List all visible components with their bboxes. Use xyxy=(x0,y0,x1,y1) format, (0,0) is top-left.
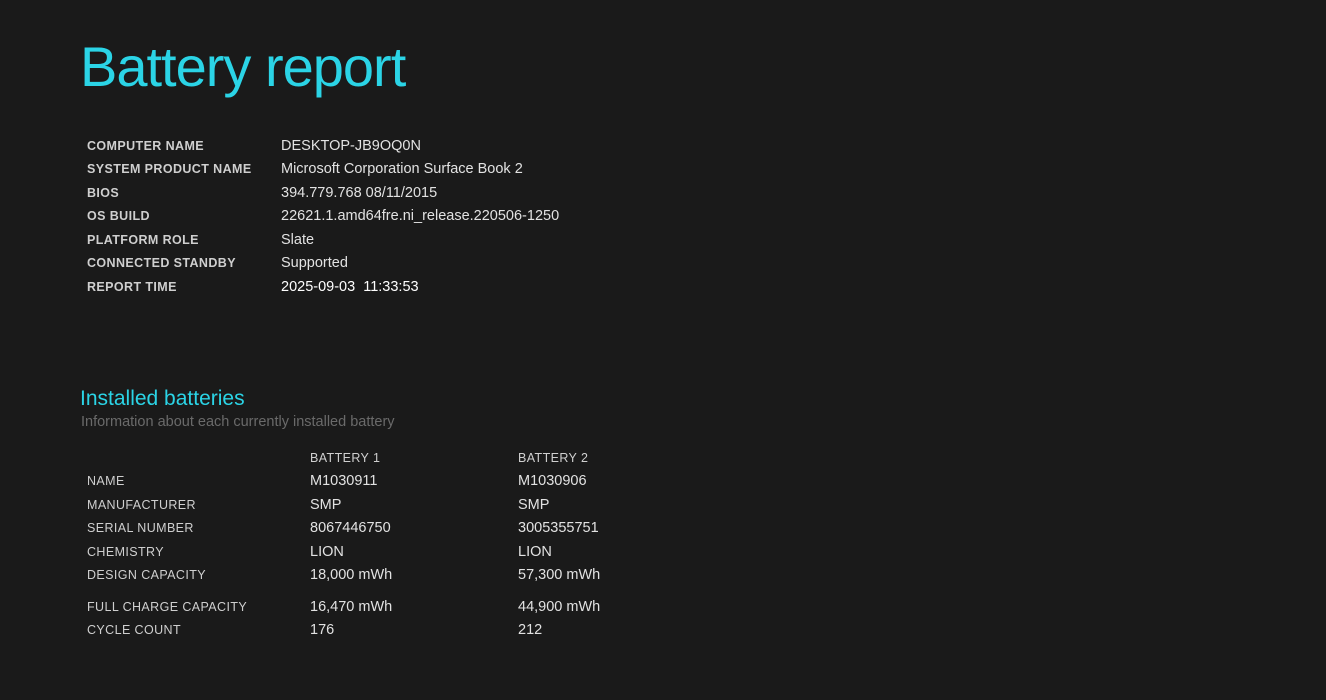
info-row-computer-name: COMPUTER NAME DESKTOP-JB9OQ0N xyxy=(87,134,559,158)
system-info-table: COMPUTER NAME DESKTOP-JB9OQ0N SYSTEM PRO… xyxy=(87,134,559,299)
info-row-report-time: REPORT TIME 2025-09-03 11:33:53 xyxy=(87,275,559,299)
row-spacer xyxy=(87,587,718,595)
installed-batteries-title: Installed batteries xyxy=(80,387,245,410)
battery-2-value: M1030906 xyxy=(518,473,587,490)
header-spacer xyxy=(87,446,310,470)
info-value: DESKTOP-JB9OQ0N xyxy=(281,137,421,154)
battery-1-header: BATTERY 1 xyxy=(310,450,381,465)
info-row-connected-standby: CONNECTED STANDBY Supported xyxy=(87,252,559,276)
battery-2-value: 57,300 mWh xyxy=(518,567,601,584)
battery-label: CYCLE COUNT xyxy=(87,623,181,638)
battery-1-value: 16,470 mWh xyxy=(310,598,393,615)
info-row-platform-role: PLATFORM ROLE Slate xyxy=(87,228,559,252)
info-value: Slate xyxy=(281,231,315,248)
battery-row-cycle-count: CYCLE COUNT 176 212 xyxy=(87,619,718,643)
battery-2-value: 44,900 mWh xyxy=(518,598,601,615)
battery-1-value: 176 xyxy=(310,622,335,639)
info-row-bios: BIOS 394.779.768 08/11/2015 xyxy=(87,181,559,205)
info-label: SYSTEM PRODUCT NAME xyxy=(87,162,252,177)
info-value: 22621.1.amd64fre.ni_release.220506-1250 xyxy=(281,208,560,225)
installed-batteries-table: BATTERY 1 BATTERY 2 NAME M1030911 M10309… xyxy=(87,446,718,642)
info-row-os-build: OS BUILD 22621.1.amd64fre.ni_release.220… xyxy=(87,205,559,229)
battery-row-full-charge-capacity: FULL CHARGE CAPACITY 16,470 mWh 44,900 m… xyxy=(87,595,718,619)
info-label: REPORT TIME xyxy=(87,279,177,294)
battery-2-value: 3005355751 xyxy=(518,520,599,537)
battery-label: FULL CHARGE CAPACITY xyxy=(87,599,248,614)
battery-label: CHEMISTRY xyxy=(87,544,164,559)
battery-1-value: 8067446750 xyxy=(310,520,391,537)
battery-2-value: 212 xyxy=(518,622,543,639)
info-row-system-product-name: SYSTEM PRODUCT NAME Microsoft Corporatio… xyxy=(87,158,559,182)
info-value: Supported xyxy=(281,255,348,272)
info-label: PLATFORM ROLE xyxy=(87,232,199,247)
info-value: Microsoft Corporation Surface Book 2 xyxy=(281,161,523,178)
battery-2-value: SMP xyxy=(518,496,550,513)
battery-row-chemistry: CHEMISTRY LION LION xyxy=(87,540,718,564)
battery-header-row: BATTERY 1 BATTERY 2 xyxy=(87,446,718,470)
report-time-value: 2025-09-03 11:33:53 xyxy=(281,278,419,295)
battery-1-value: LION xyxy=(310,543,344,560)
battery-row-name: NAME M1030911 M1030906 xyxy=(87,470,718,494)
info-label: COMPUTER NAME xyxy=(87,138,205,153)
battery-1-value: M1030911 xyxy=(310,473,378,490)
battery-label: SERIAL NUMBER xyxy=(87,521,194,536)
battery-1-value: SMP xyxy=(310,496,342,513)
info-label: CONNECTED STANDBY xyxy=(87,256,236,271)
battery-row-manufacturer: MANUFACTURER SMP SMP xyxy=(87,493,718,517)
battery-2-value: LION xyxy=(518,543,552,560)
battery-1-value: 18,000 mWh xyxy=(310,567,393,584)
info-label: BIOS xyxy=(87,185,120,200)
battery-label: DESIGN CAPACITY xyxy=(87,568,206,583)
battery-2-header: BATTERY 2 xyxy=(518,450,589,465)
battery-label: NAME xyxy=(87,474,125,489)
page-title: Battery report xyxy=(80,35,406,98)
battery-row-serial-number: SERIAL NUMBER 8067446750 3005355751 xyxy=(87,517,718,541)
info-label: OS BUILD xyxy=(87,209,150,224)
battery-label: MANUFACTURER xyxy=(87,497,196,512)
installed-batteries-subtitle: Information about each currently install… xyxy=(81,414,395,430)
info-value: 394.779.768 08/11/2015 xyxy=(281,184,438,201)
battery-row-design-capacity: DESIGN CAPACITY 18,000 mWh 57,300 mWh xyxy=(87,564,718,588)
